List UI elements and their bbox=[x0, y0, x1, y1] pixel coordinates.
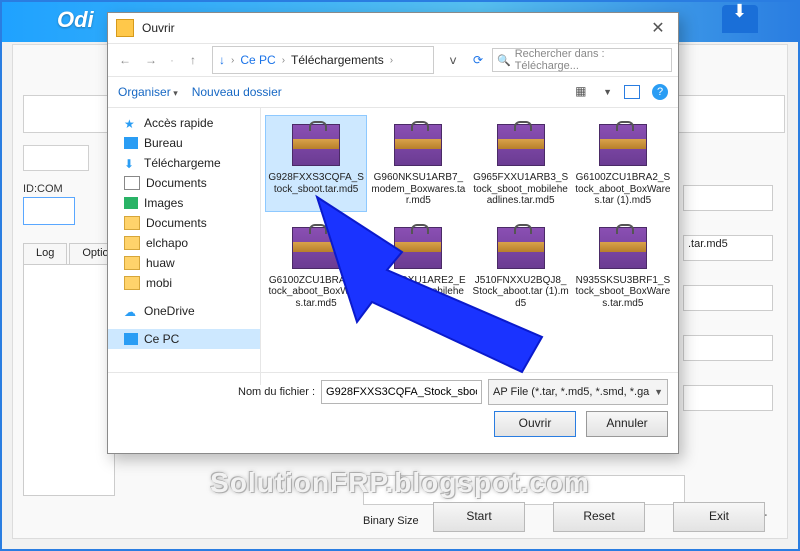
tree-item[interactable]: Bureau bbox=[108, 133, 260, 153]
tree-quick-access[interactable]: ★Accès rapide bbox=[108, 113, 260, 133]
nav-up-icon[interactable]: ↑ bbox=[182, 49, 204, 71]
file-item[interactable]: G6100ZCU1BRA2_Stock_aboot_BoxWares.tar (… bbox=[572, 115, 674, 212]
archive-icon bbox=[292, 227, 340, 269]
binary-size-label: Binary Size bbox=[363, 515, 419, 527]
odin-file-fields: .tar.md5 bbox=[683, 185, 773, 435]
desk-icon bbox=[124, 137, 138, 149]
tree-this-pc[interactable]: Ce PC bbox=[108, 329, 260, 349]
help-icon[interactable]: ? bbox=[652, 84, 668, 100]
dialog-toolbar: Organiser Nouveau dossier ▦ ▼ ? bbox=[108, 77, 678, 108]
start-button[interactable]: Start bbox=[433, 502, 525, 532]
file-type-filter[interactable]: AP File (*.tar, *.md5, *.smd, *.ga▼ bbox=[488, 379, 668, 405]
organize-button[interactable]: Organiser bbox=[118, 85, 178, 99]
file-grid: G928FXXS3CQFA_Stock_sboot.tar.md5 G960NKS… bbox=[261, 107, 678, 385]
chevron-down-icon[interactable]: ⅴ bbox=[442, 49, 464, 71]
file-item[interactable]: G960NKSU1ARB7_modem_Boxwares.tar.md5 bbox=[367, 115, 469, 212]
fold-icon bbox=[124, 276, 140, 290]
nav-back-icon[interactable]: ← bbox=[114, 49, 136, 71]
dialog-titlebar: Ouvrir ✕ bbox=[108, 13, 678, 44]
img-icon bbox=[124, 197, 138, 209]
doc-icon bbox=[124, 176, 140, 190]
file-item[interactable]: J400GDXU1ARE2_ENG_sboot_mobileheadlines.… bbox=[367, 218, 469, 315]
odin-field[interactable] bbox=[683, 185, 773, 211]
tree-item[interactable]: elchapo bbox=[108, 233, 260, 253]
odin-app-title: Odi bbox=[57, 7, 94, 33]
fold-icon bbox=[124, 256, 140, 270]
search-icon: 🔍 bbox=[497, 54, 511, 67]
folder-tree: ★Accès rapide Bureau⬇TéléchargemeDocumen… bbox=[108, 107, 261, 385]
refresh-icon[interactable]: ⟳ bbox=[468, 53, 488, 67]
file-name: G6100ZCU1BRA2_Stock_aboot_BoxWares.tar.m… bbox=[268, 275, 364, 310]
file-name: G928FXXS3CQFA_Stock_sboot.tar.md5 bbox=[268, 172, 364, 195]
archive-icon bbox=[394, 124, 442, 166]
file-name: J510FNXXU2BQJ8_Stock_aboot.tar (1).md5 bbox=[473, 275, 569, 310]
archive-icon bbox=[497, 227, 545, 269]
archive-icon bbox=[497, 124, 545, 166]
search-input[interactable]: 🔍 Rechercher dans : Télécharge... bbox=[492, 48, 672, 72]
dl-icon: ⬇ bbox=[124, 157, 138, 169]
odin-field[interactable] bbox=[683, 285, 773, 311]
dialog-navbar: ← → · ↑ ↓ › Ce PC › Téléchargements › ⅴ … bbox=[108, 44, 678, 77]
downarrow-icon: ↓ bbox=[219, 53, 225, 67]
tree-item[interactable]: ⬇Téléchargeme bbox=[108, 153, 260, 173]
file-item[interactable]: N935SKSU3BRF1_Stock_sboot_BoxWares.tar.m… bbox=[572, 218, 674, 315]
odin-field[interactable] bbox=[683, 335, 773, 361]
file-item[interactable]: G6100ZCU1BRA2_Stock_aboot_BoxWares.tar.m… bbox=[265, 218, 367, 315]
file-name: G965FXXU1ARB3_Stock_sboot_mobileheadline… bbox=[473, 172, 569, 207]
open-button[interactable]: Ouvrir bbox=[494, 411, 576, 437]
archive-icon bbox=[599, 124, 647, 166]
star-icon: ★ bbox=[124, 117, 138, 129]
tab-log[interactable]: Log bbox=[23, 243, 67, 265]
odin-field[interactable] bbox=[683, 385, 773, 411]
view-icon[interactable]: ▦ bbox=[575, 84, 591, 100]
tree-onedrive[interactable]: ☁OneDrive bbox=[108, 301, 260, 321]
file-item[interactable]: G928FXXS3CQFA_Stock_sboot.tar.md5 bbox=[265, 115, 367, 212]
archive-icon bbox=[394, 227, 442, 269]
odin-field[interactable]: .tar.md5 bbox=[683, 235, 773, 261]
file-name: G960NKSU1ARB7_modem_Boxwares.tar.md5 bbox=[370, 172, 466, 207]
file-open-dialog: Ouvrir ✕ ← → · ↑ ↓ › Ce PC › Téléchargem… bbox=[107, 12, 679, 454]
idcom-label: ID:COM bbox=[23, 183, 63, 195]
folder-icon bbox=[116, 19, 134, 37]
fold-icon bbox=[124, 216, 140, 230]
reset-button[interactable]: Reset bbox=[553, 502, 645, 532]
archive-icon bbox=[599, 227, 647, 269]
chevron-down-icon[interactable]: ▼ bbox=[603, 87, 612, 97]
tree-item[interactable]: Documents bbox=[108, 173, 260, 193]
odin-log-area bbox=[23, 264, 115, 496]
cloud-icon: ☁ bbox=[124, 305, 138, 317]
pc-icon bbox=[124, 333, 138, 345]
new-folder-button[interactable]: Nouveau dossier bbox=[192, 85, 282, 99]
download-icon bbox=[722, 5, 758, 33]
archive-icon bbox=[292, 124, 340, 166]
file-item[interactable]: J510FNXXU2BQJ8_Stock_aboot.tar (1).md5 bbox=[470, 218, 572, 315]
file-name: G6100ZCU1BRA2_Stock_aboot_BoxWares.tar (… bbox=[575, 172, 671, 207]
exit-button[interactable]: Exit bbox=[673, 502, 765, 532]
cancel-button[interactable]: Annuler bbox=[586, 411, 668, 437]
preview-pane-icon[interactable] bbox=[624, 85, 640, 99]
filename-input[interactable] bbox=[321, 380, 482, 404]
breadcrumb[interactable]: ↓ › Ce PC › Téléchargements › bbox=[212, 46, 434, 74]
nav-forward-icon[interactable]: → bbox=[140, 49, 162, 71]
dialog-footer: Nom du fichier : AP File (*.tar, *.md5, … bbox=[108, 372, 678, 453]
file-name: J400GDXU1ARE2_ENG_sboot_mobileheadlines.… bbox=[370, 275, 466, 310]
file-item[interactable]: G965FXXU1ARB3_Stock_sboot_mobileheadline… bbox=[470, 115, 572, 212]
tree-item[interactable]: Documents bbox=[108, 213, 260, 233]
fold-icon bbox=[124, 236, 140, 250]
close-icon[interactable]: ✕ bbox=[638, 18, 678, 38]
tree-item[interactable]: Images bbox=[108, 193, 260, 213]
file-name: N935SKSU3BRF1_Stock_sboot_BoxWares.tar.m… bbox=[575, 275, 671, 310]
tree-item[interactable]: huaw bbox=[108, 253, 260, 273]
dialog-title: Ouvrir bbox=[142, 21, 638, 35]
watermark: SolutionFRP.blogspot.com bbox=[2, 467, 798, 499]
filename-label: Nom du fichier : bbox=[238, 386, 315, 398]
tree-item[interactable]: mobi bbox=[108, 273, 260, 293]
